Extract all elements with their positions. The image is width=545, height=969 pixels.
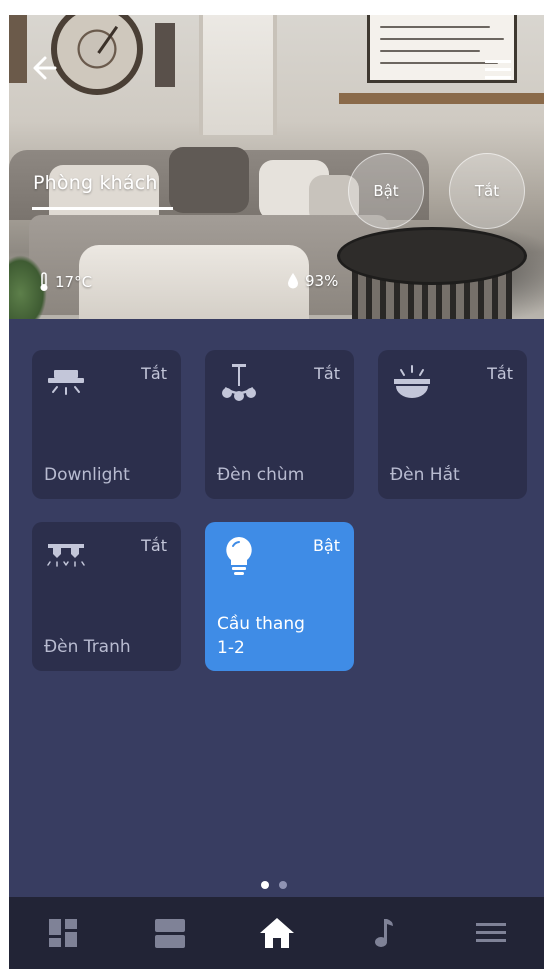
room-photo-shelf [339,93,544,104]
device-status: Tắt [487,364,513,383]
humidity-stat: 93% [287,272,338,290]
device-name: Cầu thang 1-2 [217,614,305,658]
room-tab-indicator [32,207,173,210]
room-photo-table [337,227,527,285]
menu-icon [475,923,506,942]
all-on-button[interactable]: Bật [348,153,424,229]
arrow-left-icon [33,56,57,80]
room-tab[interactable]: Phòng khách [33,172,158,194]
rooms-icon [154,919,185,948]
nav-rooms[interactable] [147,910,193,956]
room-photo-clock [51,15,143,95]
device-name: Đèn Tranh [44,637,131,657]
room-photo-pillow [169,147,249,213]
all-off-button[interactable]: Tắt [449,153,525,229]
music-icon [374,919,393,947]
page-indicator [261,881,287,889]
menu-button[interactable] [483,57,513,83]
thermometer-icon [40,272,48,291]
nav-menu[interactable] [468,910,514,956]
downlight-icon [48,370,84,395]
temperature-value: 17°C [55,273,93,291]
room-photo-vase [155,23,175,87]
device-status: Tắt [141,536,167,555]
device-name: Downlight [44,465,130,485]
bottom-nav [9,897,544,969]
dashboard-icon [48,919,77,947]
nav-dashboard[interactable] [40,910,86,956]
bulb-icon [226,537,252,575]
device-card-downlight[interactable]: Tắt Downlight [32,350,181,499]
device-status: Tắt [314,364,340,383]
water-drop-icon [288,273,298,289]
room-photo-window [199,15,277,135]
back-button[interactable] [29,51,63,85]
chandelier-icon [222,364,256,401]
picture-light-icon [47,544,85,567]
device-status: Tắt [141,364,167,383]
device-name: Đèn Hắt [390,465,460,485]
nav-music[interactable] [361,910,407,956]
humidity-value: 93% [305,272,339,290]
indirect-light-icon [394,365,430,398]
nav-home[interactable] [254,910,300,956]
home-icon [259,918,294,948]
room-photo-frame [9,15,27,83]
device-card-stairs[interactable]: Bật Cầu thang 1-2 [205,522,354,671]
room-photo-header: Phòng khách Bật Tắt 17°C 93% [9,15,544,319]
device-name: Đèn chùm [217,465,305,485]
page-dot-active[interactable] [261,881,269,889]
device-card-chandelier[interactable]: Tắt Đèn chùm [205,350,354,499]
room-photo-blanket [79,245,309,319]
temperature-stat: 17°C [39,272,92,292]
device-card-picture-light[interactable]: Tắt Đèn Tranh [32,522,181,671]
device-card-indirect-light[interactable]: Tắt Đèn Hắt [378,350,527,499]
app-screen: Phòng khách Bật Tắt 17°C 93% Tắt Downlig… [9,15,544,969]
hamburger-icon [485,60,511,79]
device-status: Bật [312,536,340,555]
page-dot[interactable] [279,881,287,889]
